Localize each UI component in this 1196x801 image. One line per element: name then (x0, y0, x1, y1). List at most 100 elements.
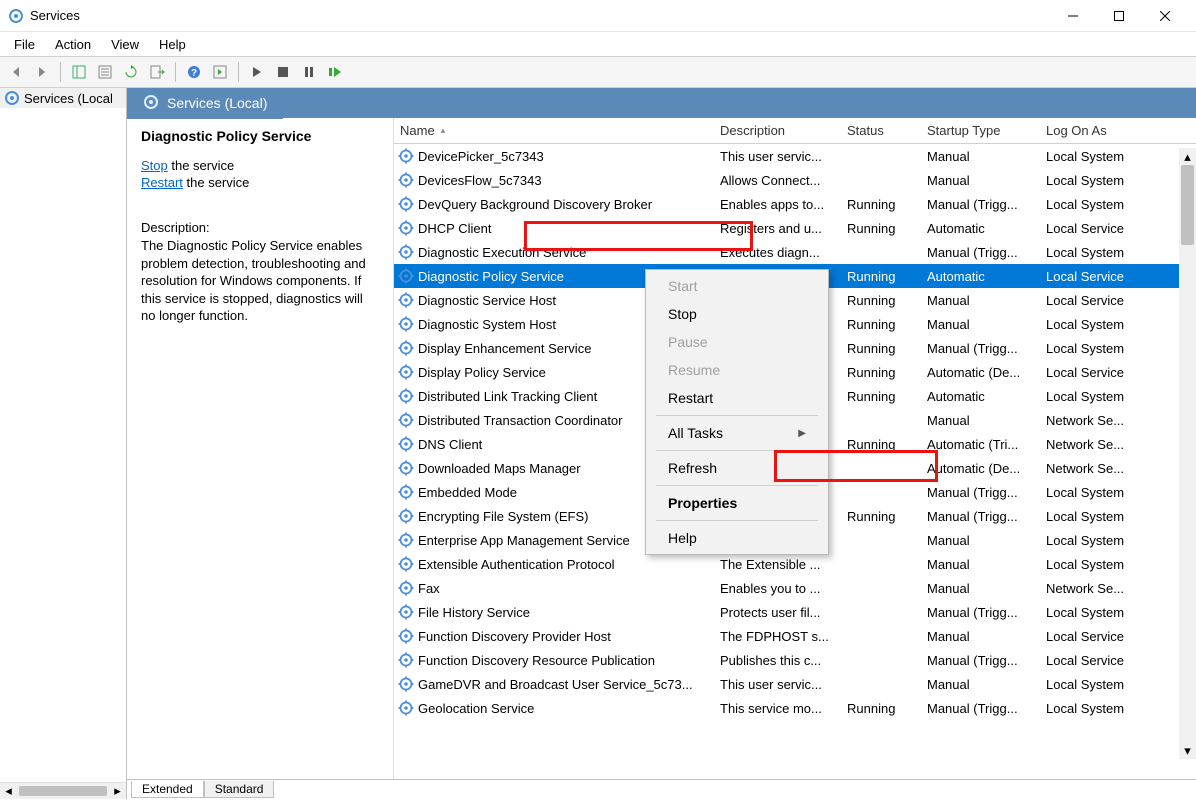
service-description: Protects user fil... (712, 603, 839, 622)
service-startup: Automatic (De... (919, 459, 1038, 478)
service-name: Geolocation Service (418, 701, 534, 716)
restart-link[interactable]: Restart (141, 175, 183, 190)
service-row[interactable]: Function Discovery Resource PublicationP… (394, 648, 1196, 672)
panel-tab[interactable]: Services (Local) (127, 88, 283, 119)
refresh-button[interactable] (119, 60, 143, 84)
back-button[interactable] (4, 60, 28, 84)
ctx-restart[interactable]: Restart (648, 384, 826, 412)
menu-help[interactable]: Help (149, 34, 196, 55)
tree-root-label: Services (Local (24, 91, 113, 106)
titlebar: Services (0, 0, 1196, 32)
service-row[interactable]: FaxEnables you to ...ManualNetwork Se... (394, 576, 1196, 600)
service-row[interactable]: File History Service Protects user fil...… (394, 600, 1196, 624)
service-row[interactable]: DevQuery Background Discovery BrokerEnab… (394, 192, 1196, 216)
gear-icon (398, 508, 414, 524)
service-logon: Local Service (1038, 627, 1143, 646)
header-status[interactable]: Status (839, 119, 919, 142)
maximize-button[interactable] (1096, 1, 1142, 31)
close-button[interactable] (1142, 1, 1188, 31)
service-startup: Manual (919, 531, 1038, 550)
gear-icon (398, 484, 414, 500)
service-startup: Manual (Trigg... (919, 507, 1038, 526)
service-logon: Local System (1038, 171, 1143, 190)
service-startup: Automatic (919, 219, 1038, 238)
service-row[interactable]: Function Discovery Provider HostThe FDPH… (394, 624, 1196, 648)
help-button[interactable]: ? (182, 60, 206, 84)
service-logon: Network Se... (1038, 459, 1143, 478)
ctx-pause: Pause (648, 328, 826, 356)
menu-file[interactable]: File (4, 34, 45, 55)
stop-service-button[interactable] (271, 60, 295, 84)
service-name: Extensible Authentication Protocol (418, 557, 615, 572)
context-menu: Start Stop Pause Resume Restart All Task… (645, 269, 829, 555)
header-startup[interactable]: Startup Type (919, 119, 1038, 142)
sort-indicator-icon: ▴ (441, 125, 446, 136)
scroll-thumb[interactable] (19, 786, 107, 796)
service-description: This user servic... (712, 147, 839, 166)
menu-action[interactable]: Action (45, 34, 101, 55)
scroll-down-icon[interactable]: ▾ (1179, 742, 1196, 759)
service-description: Enables apps to... (712, 195, 839, 214)
service-logon: Local System (1038, 507, 1143, 526)
service-name: File History Service (418, 605, 530, 620)
service-row[interactable]: DHCP ClientRegisters and u...RunningAuto… (394, 216, 1196, 240)
service-startup: Manual (Trigg... (919, 483, 1038, 502)
scroll-thumb[interactable] (1181, 165, 1194, 245)
header-description[interactable]: Description (712, 119, 839, 142)
service-logon: Local System (1038, 603, 1143, 622)
ctx-all-tasks[interactable]: All Tasks▶ (648, 419, 826, 447)
minimize-button[interactable] (1050, 1, 1096, 31)
service-status (839, 610, 919, 614)
export-button[interactable] (145, 60, 169, 84)
gear-icon (398, 340, 414, 356)
ctx-properties[interactable]: Properties (648, 489, 826, 517)
action-pane-button[interactable] (208, 60, 232, 84)
header-logon[interactable]: Log On As (1038, 119, 1143, 142)
service-status: Running (839, 315, 919, 334)
service-row[interactable]: GameDVR and Broadcast User Service_5c73.… (394, 672, 1196, 696)
menu-view[interactable]: View (101, 34, 149, 55)
restart-service-button[interactable] (323, 60, 347, 84)
ctx-help[interactable]: Help (648, 524, 826, 552)
service-startup: Manual (Trigg... (919, 603, 1038, 622)
ctx-start: Start (648, 272, 826, 300)
start-service-button[interactable] (245, 60, 269, 84)
tree-panel: Services (Local ◂ ▸ (0, 88, 127, 799)
service-row[interactable]: Extensible Authentication ProtocolThe Ex… (394, 552, 1196, 576)
show-hide-tree-button[interactable] (67, 60, 91, 84)
service-logon: Local System (1038, 147, 1143, 166)
service-startup: Manual (Trigg... (919, 651, 1038, 670)
scroll-up-icon[interactable]: ▴ (1179, 148, 1196, 165)
service-row[interactable]: Diagnostic Execution ServiceExecutes dia… (394, 240, 1196, 264)
properties-button[interactable] (93, 60, 117, 84)
gear-icon (398, 412, 414, 428)
scroll-left-icon[interactable]: ◂ (0, 783, 17, 800)
chevron-right-icon: ▶ (798, 428, 806, 439)
horizontal-scrollbar[interactable]: ◂ ▸ (0, 782, 126, 799)
service-row[interactable]: DevicesFlow_5c7343Allows Connect...Manua… (394, 168, 1196, 192)
header-name[interactable]: Name▴ (394, 119, 712, 142)
ctx-refresh[interactable]: Refresh (648, 454, 826, 482)
vertical-scrollbar[interactable]: ▴ ▾ (1179, 148, 1196, 759)
forward-button[interactable] (30, 60, 54, 84)
service-startup: Manual (Trigg... (919, 339, 1038, 358)
tab-standard[interactable]: Standard (204, 781, 275, 798)
service-row[interactable]: Geolocation ServiceThis service mo...Run… (394, 696, 1196, 720)
svg-text:?: ? (191, 68, 197, 79)
pause-service-button[interactable] (297, 60, 321, 84)
tree-root[interactable]: Services (Local (0, 88, 126, 108)
service-name: Function Discovery Provider Host (418, 629, 611, 644)
service-status (839, 682, 919, 686)
service-row[interactable]: DevicePicker_5c7343This user servic...Ma… (394, 144, 1196, 168)
service-startup: Manual (919, 291, 1038, 310)
service-startup: Automatic (919, 267, 1038, 286)
tab-extended[interactable]: Extended (131, 781, 204, 798)
scroll-right-icon[interactable]: ▸ (109, 783, 126, 800)
ctx-stop[interactable]: Stop (648, 300, 826, 328)
service-name: Diagnostic Execution Service (418, 245, 586, 260)
stop-link[interactable]: Stop (141, 158, 168, 173)
service-description: This user servic... (712, 675, 839, 694)
service-status: Running (839, 219, 919, 238)
service-logon: Local System (1038, 339, 1143, 358)
service-status (839, 178, 919, 182)
